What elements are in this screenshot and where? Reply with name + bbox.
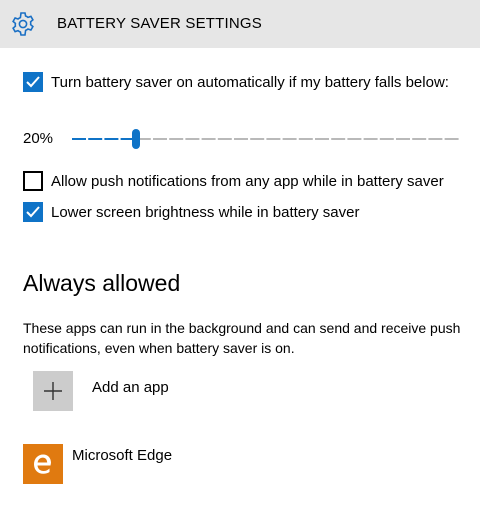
slider-thumb (132, 129, 140, 149)
push-notifications-checkbox[interactable] (23, 171, 43, 191)
add-app-button[interactable] (33, 371, 73, 411)
lower-brightness-label: Lower screen brightness while in battery… (51, 204, 360, 221)
section-description: These apps can run in the background and… (23, 320, 461, 356)
add-app-label[interactable]: Add an app (92, 379, 169, 396)
app-name-label: Microsoft Edge (72, 447, 173, 464)
edge-icon[interactable] (23, 444, 63, 484)
checkmark-icon (26, 206, 40, 218)
checkmark-icon (26, 76, 40, 88)
auto-on-label: Turn battery saver on automatically if m… (51, 74, 449, 91)
gear-icon (10, 11, 36, 37)
settings-header: BATTERY SAVER SETTINGS (0, 0, 480, 48)
threshold-slider[interactable] (72, 127, 460, 151)
page-title: BATTERY SAVER SETTINGS (57, 15, 263, 32)
lower-brightness-checkbox[interactable] (23, 202, 43, 222)
auto-on-checkbox[interactable] (23, 72, 43, 92)
threshold-value: 20% (23, 130, 54, 147)
section-title: Always allowed (23, 270, 181, 296)
push-notifications-label: Allow push notifications from any app wh… (51, 173, 444, 190)
plus-icon (44, 382, 62, 400)
